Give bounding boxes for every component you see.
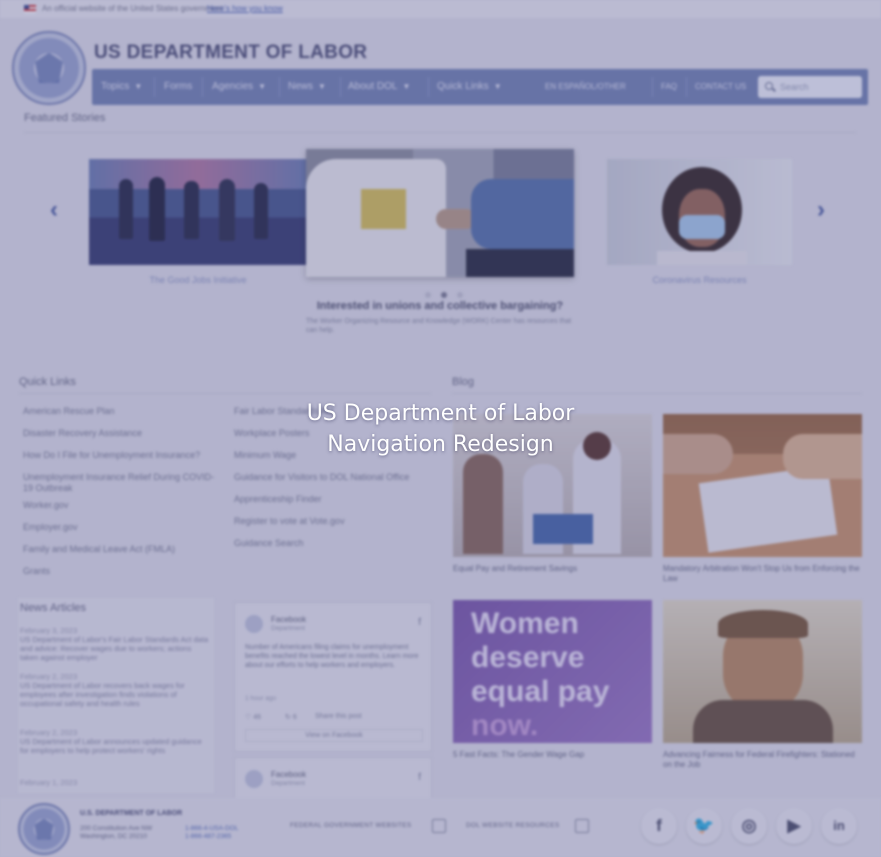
overlay-title: US Department of Labor Navigation Redesi…: [0, 398, 881, 460]
overlay-title-line-1: US Department of Labor: [306, 401, 575, 426]
overlay-title-line-2: Navigation Redesign: [327, 432, 554, 457]
